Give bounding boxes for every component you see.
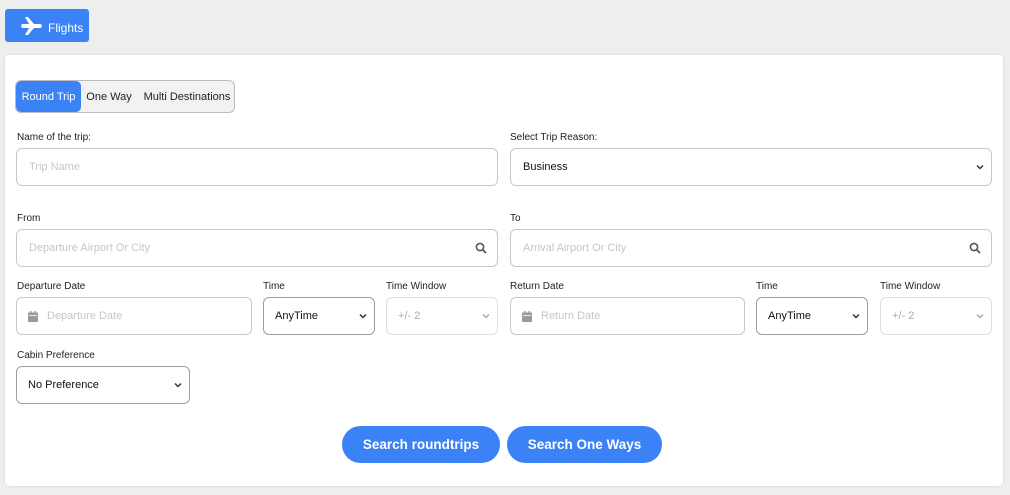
trip-reason-label: Select Trip Reason: xyxy=(510,132,598,143)
return-window-label: Time Window xyxy=(880,281,941,292)
round-trip-tab[interactable]: Round Trip xyxy=(16,81,81,112)
return-time-value: AnyTime xyxy=(768,310,811,322)
departure-window-value: +/- 2 xyxy=(398,310,421,322)
cabin-preference-value: No Preference xyxy=(28,379,99,391)
trip-name-input[interactable]: Trip Name xyxy=(16,148,498,186)
return-time-select[interactable]: AnyTime xyxy=(756,297,868,335)
trip-reason-value: Business xyxy=(523,161,568,173)
trip-reason-select[interactable]: Business xyxy=(510,148,992,186)
search-icon[interactable] xyxy=(475,242,487,254)
departure-time-select[interactable]: AnyTime xyxy=(263,297,375,335)
chevron-down-icon xyxy=(359,313,367,319)
chevron-down-icon xyxy=(174,382,182,388)
return-window-select[interactable]: +/- 2 xyxy=(880,297,992,335)
multi-destinations-tab[interactable]: Multi Destinations xyxy=(140,81,234,112)
departure-date-label: Departure Date xyxy=(17,281,86,292)
from-input[interactable]: Departure Airport Or City xyxy=(16,229,498,267)
trip-name-label: Name of the trip: xyxy=(17,132,91,143)
from-label: From xyxy=(17,213,41,224)
chevron-down-icon xyxy=(482,313,490,319)
chevron-down-icon xyxy=(976,164,984,170)
trip-name-placeholder: Trip Name xyxy=(29,161,80,173)
one-way-tab[interactable]: One Way xyxy=(83,81,135,112)
flights-tab-label: Flights xyxy=(48,21,84,35)
to-input[interactable]: Arrival Airport Or City xyxy=(510,229,992,267)
chevron-down-icon xyxy=(852,313,860,319)
departure-date-input[interactable]: Departure Date xyxy=(16,297,252,335)
cabin-preference-label: Cabin Preference xyxy=(17,350,95,361)
cabin-preference-select[interactable]: No Preference xyxy=(16,366,190,404)
return-date-input[interactable]: Return Date xyxy=(510,297,745,335)
search-roundtrips-button[interactable]: Search roundtrips xyxy=(342,426,500,463)
flights-tab[interactable]: Flights xyxy=(5,9,89,42)
departure-time-label: Time xyxy=(263,281,285,292)
return-window-value: +/- 2 xyxy=(892,310,915,322)
trip-type-selector: Round Trip One Way Multi Destinations xyxy=(15,80,235,113)
search-icon[interactable] xyxy=(969,242,981,254)
return-date-placeholder: Return Date xyxy=(541,310,601,322)
search-form-card xyxy=(5,55,1003,486)
departure-time-value: AnyTime xyxy=(275,310,318,322)
departure-date-placeholder: Departure Date xyxy=(47,310,123,322)
to-placeholder: Arrival Airport Or City xyxy=(523,242,627,254)
calendar-icon xyxy=(522,311,532,322)
departure-window-label: Time Window xyxy=(386,281,447,292)
calendar-icon xyxy=(28,311,38,322)
to-label: To xyxy=(510,213,521,224)
plane-icon xyxy=(21,17,42,35)
from-placeholder: Departure Airport Or City xyxy=(29,242,151,254)
departure-window-select[interactable]: +/- 2 xyxy=(386,297,498,335)
chevron-down-icon xyxy=(976,313,984,319)
return-time-label: Time xyxy=(756,281,778,292)
search-one-ways-button[interactable]: Search One Ways xyxy=(507,426,662,463)
return-date-label: Return Date xyxy=(510,281,564,292)
